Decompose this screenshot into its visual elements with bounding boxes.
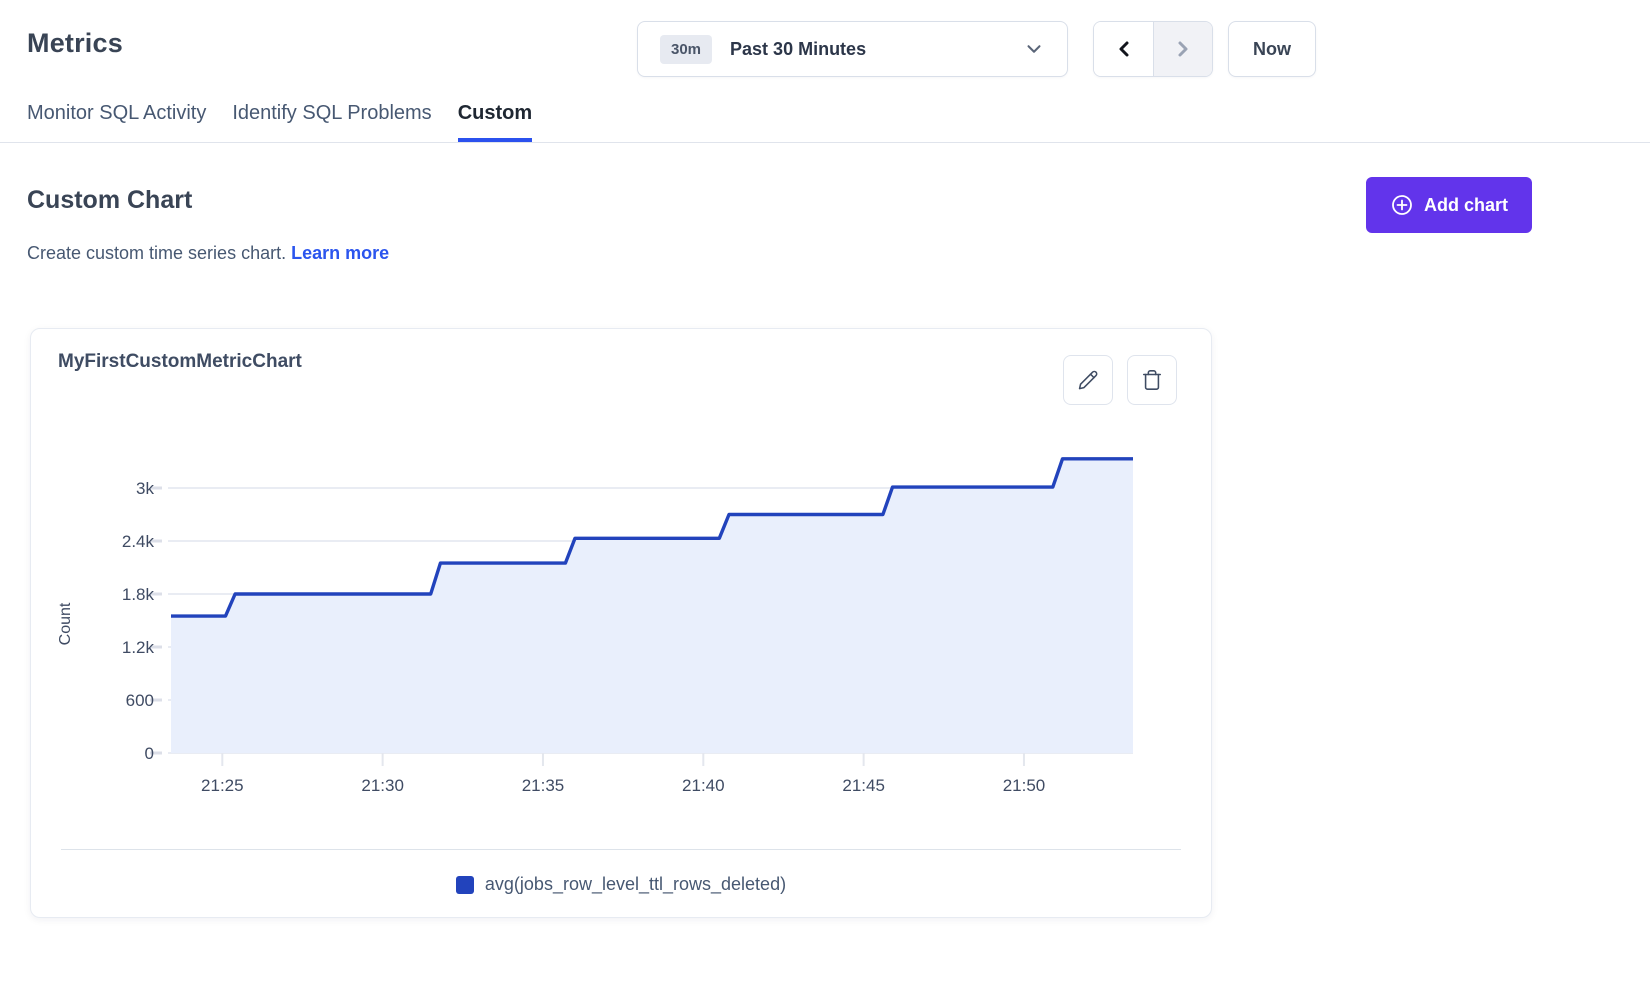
prev-range-button[interactable] xyxy=(1094,22,1153,76)
timeseries-chart: 0 600 1.2k 1.8k 2.4k 3k 21:25 21:30 21:35 21:40 21… xyxy=(46,421,1176,801)
chevron-down-icon xyxy=(1023,38,1045,60)
add-chart-button[interactable]: Add chart xyxy=(1366,177,1532,233)
svg-text:3k: 3k xyxy=(136,479,154,498)
section-description: Create custom time series chart. Learn m… xyxy=(27,243,389,264)
legend-label: avg(jobs_row_level_ttl_rows_deleted) xyxy=(485,874,786,895)
chart-legend: avg(jobs_row_level_ttl_rows_deleted) xyxy=(31,874,1211,895)
time-range-badge: 30m xyxy=(660,35,712,64)
page-title: Metrics xyxy=(27,28,123,59)
svg-text:21:35: 21:35 xyxy=(522,776,565,795)
chart-title: MyFirstCustomMetricChart xyxy=(58,351,302,373)
svg-text:21:50: 21:50 xyxy=(1003,776,1046,795)
delete-chart-button[interactable] xyxy=(1127,355,1177,405)
metrics-tabs: Monitor SQL Activity Identify SQL Proble… xyxy=(27,102,532,142)
add-chart-label: Add chart xyxy=(1424,195,1508,216)
learn-more-link[interactable]: Learn more xyxy=(291,243,389,263)
tabs-divider xyxy=(0,142,1650,143)
svg-text:0: 0 xyxy=(145,744,154,763)
svg-text:2.4k: 2.4k xyxy=(122,532,155,551)
pencil-icon xyxy=(1077,369,1099,391)
svg-text:21:25: 21:25 xyxy=(201,776,244,795)
time-range-label: Past 30 Minutes xyxy=(730,39,866,60)
trash-icon xyxy=(1141,369,1163,391)
plus-circle-icon xyxy=(1390,193,1414,217)
chart-card: MyFirstCustomMetricChart 0 600 1.2k 1.8k 2.4… xyxy=(30,328,1212,918)
time-range-dropdown[interactable]: 30m Past 30 Minutes xyxy=(637,21,1068,77)
time-pager xyxy=(1093,21,1213,77)
legend-swatch xyxy=(456,876,474,894)
svg-text:600: 600 xyxy=(126,691,154,710)
chevron-right-icon xyxy=(1171,37,1195,61)
svg-text:1.2k: 1.2k xyxy=(122,638,155,657)
tab-identify-sql-problems[interactable]: Identify SQL Problems xyxy=(232,102,431,142)
edit-chart-button[interactable] xyxy=(1063,355,1113,405)
svg-text:21:40: 21:40 xyxy=(682,776,725,795)
svg-text:21:30: 21:30 xyxy=(361,776,404,795)
chart-card-divider xyxy=(61,849,1181,850)
chevron-left-icon xyxy=(1112,37,1136,61)
tab-monitor-sql-activity[interactable]: Monitor SQL Activity xyxy=(27,102,206,142)
svg-text:1.8k: 1.8k xyxy=(122,585,155,604)
section-heading: Custom Chart xyxy=(27,186,192,215)
tab-custom[interactable]: Custom xyxy=(458,102,532,142)
next-range-button[interactable] xyxy=(1153,22,1212,76)
svg-text:Count: Count xyxy=(57,602,74,645)
section-description-text: Create custom time series chart. xyxy=(27,243,286,263)
now-button[interactable]: Now xyxy=(1228,21,1316,77)
svg-text:21:45: 21:45 xyxy=(842,776,885,795)
